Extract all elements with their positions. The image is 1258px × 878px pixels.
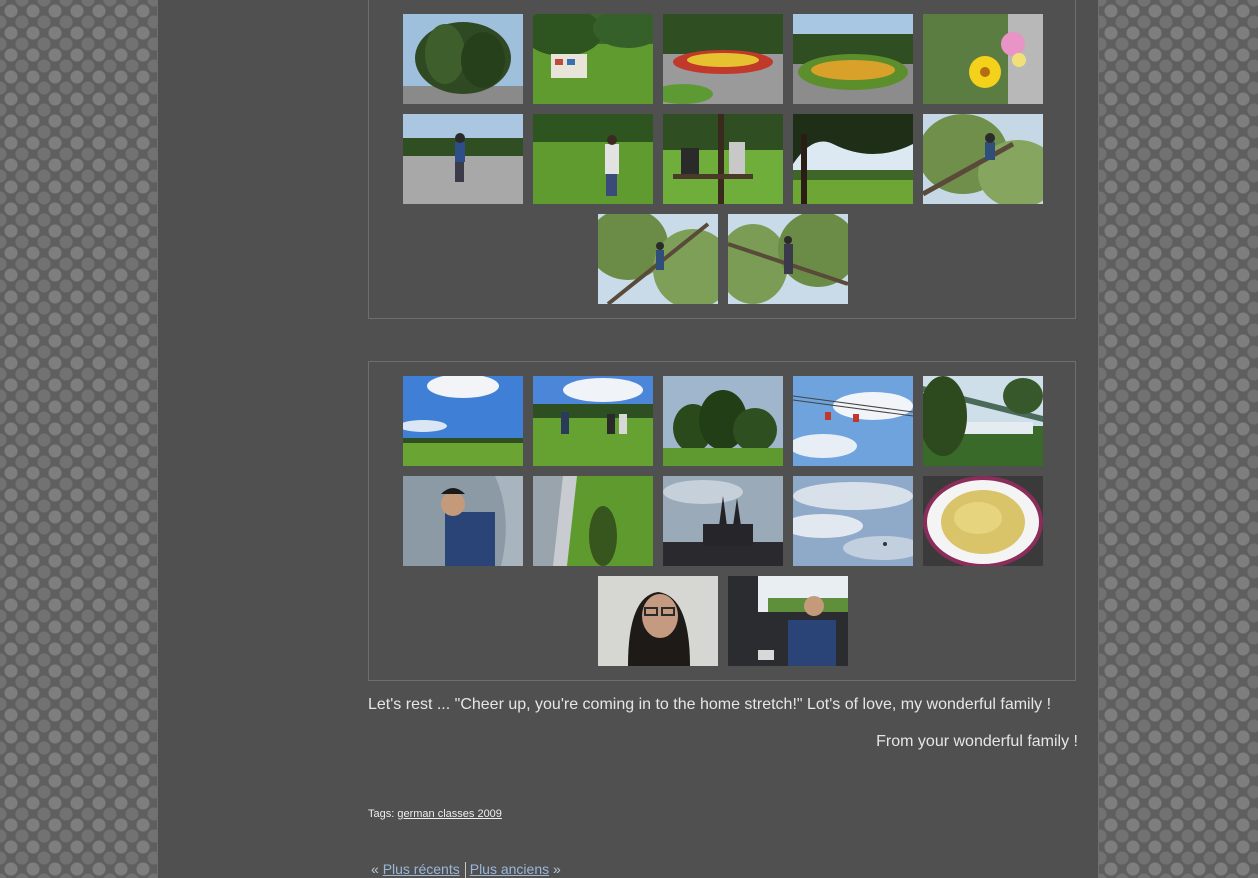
gallery-1-photo-6[interactable] — [403, 114, 523, 204]
post-caption: Let's rest ... "Cheer up, you're coming … — [368, 696, 1052, 713]
gallery-2-photo-2[interactable] — [533, 376, 653, 466]
gallery-2-photo-4[interactable] — [793, 376, 913, 466]
gallery-2-photo-12[interactable] — [728, 576, 848, 666]
gallery-1-photo-3[interactable] — [663, 14, 783, 104]
gallery-2-photo-11[interactable] — [598, 576, 718, 666]
gallery-1-photo-2[interactable] — [533, 14, 653, 104]
gallery-1-photo-12[interactable] — [728, 214, 848, 304]
tags-label: Tags: — [368, 808, 395, 820]
gallery-1-photo-5[interactable] — [923, 14, 1043, 104]
gallery-2-photo-8[interactable] — [663, 476, 783, 566]
pager-divider — [464, 862, 466, 878]
photo-gallery-1 — [368, 0, 1076, 319]
prev-arrow: « — [371, 861, 379, 877]
post-tags: Tags: german classes 2009 — [368, 808, 502, 820]
gallery-1-photo-1[interactable] — [403, 14, 523, 104]
gallery-2-photo-1[interactable] — [403, 376, 523, 466]
gallery-2-photo-10[interactable] — [923, 476, 1043, 566]
post-signature: From your wonderful family ! — [876, 733, 1078, 750]
blog-post-area: Let's rest ... "Cheer up, you're coming … — [157, 0, 1099, 878]
gallery-2-photo-9[interactable] — [793, 476, 913, 566]
gallery-1-photo-4[interactable] — [793, 14, 913, 104]
next-arrow: » — [553, 861, 561, 877]
gallery-1-photo-8[interactable] — [663, 114, 783, 204]
gallery-2-photo-7[interactable] — [533, 476, 653, 566]
gallery-2-photo-5[interactable] — [923, 376, 1043, 466]
older-posts-link[interactable]: Plus anciens — [470, 861, 549, 877]
photo-gallery-2 — [368, 361, 1076, 681]
gallery-2-photo-6[interactable] — [403, 476, 523, 566]
gallery-1-photo-11[interactable] — [598, 214, 718, 304]
newer-posts-link[interactable]: Plus récents — [383, 861, 460, 877]
gallery-1-photo-10[interactable] — [923, 114, 1043, 204]
tag-link[interactable]: german classes 2009 — [397, 808, 502, 820]
gallery-1-photo-7[interactable] — [533, 114, 653, 204]
post-pagination: « Plus récents Plus anciens » — [371, 861, 561, 878]
gallery-1-photo-9[interactable] — [793, 114, 913, 204]
gallery-2-photo-3[interactable] — [663, 376, 783, 466]
